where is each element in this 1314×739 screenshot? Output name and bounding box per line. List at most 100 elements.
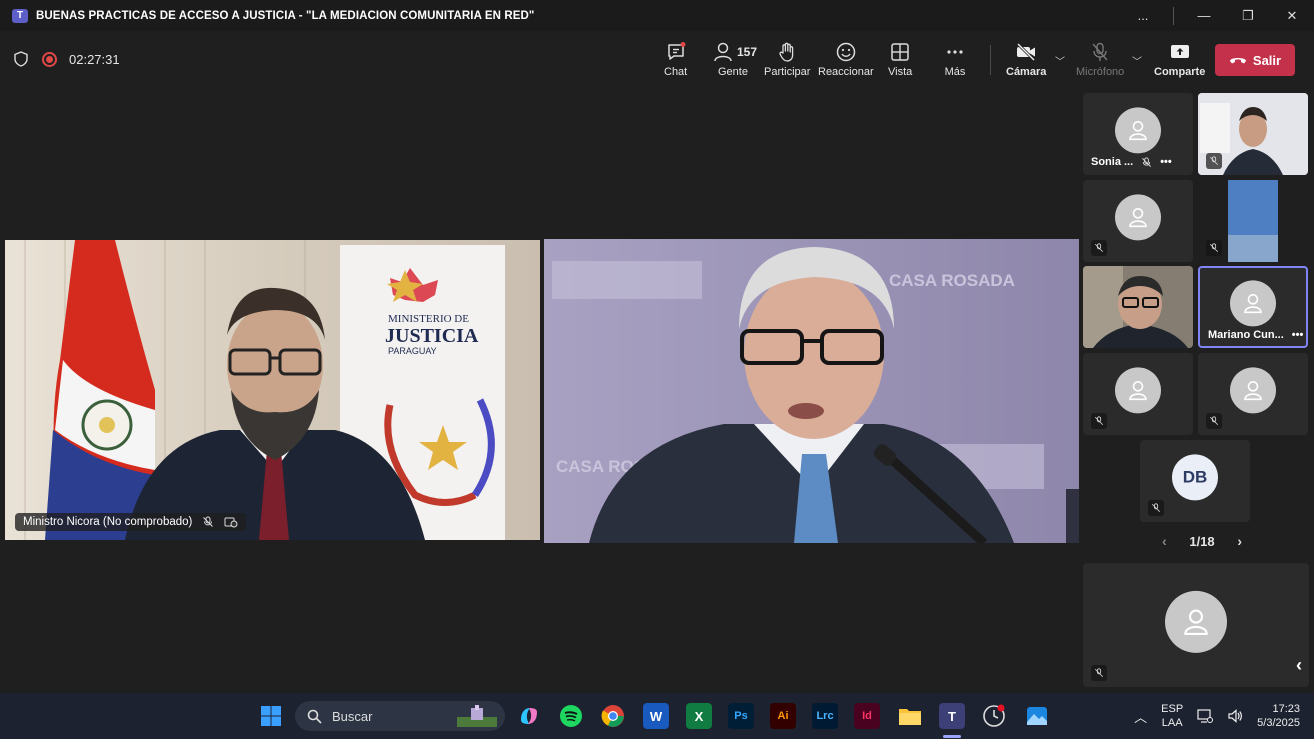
photos-icon[interactable]	[1024, 703, 1050, 729]
mic-off-icon	[1092, 42, 1108, 61]
tile-more-icon[interactable]: •••	[1160, 156, 1172, 168]
initials-avatar: DB	[1172, 454, 1218, 501]
raise-hand-label: Participar	[764, 66, 811, 78]
close-button[interactable]: ✕	[1270, 0, 1314, 31]
taskbar-search[interactable]: Buscar	[295, 701, 505, 731]
chrome-icon[interactable]	[600, 703, 626, 729]
raise-hand-button[interactable]: Participar	[764, 41, 810, 78]
participants-gallery: Sonia ... ••• Mariano Cun... ••• DB ‹ 1/…	[1082, 89, 1314, 693]
minimize-button[interactable]: —	[1182, 0, 1226, 31]
ministro-name: Ministro Nicora (No comprobado)	[23, 516, 193, 528]
avatar	[1115, 367, 1161, 414]
participant-name-tag: Ministro Nicora (No comprobado)	[15, 513, 247, 531]
search-highlight-icon	[457, 705, 497, 727]
speaker-video-frame: CASA ROSADA CASA ROSADA	[544, 239, 1079, 543]
teams-taskbar-icon[interactable]: T	[939, 703, 965, 729]
lightroom-icon[interactable]: Lrc	[812, 703, 838, 729]
share-screen-icon	[1170, 45, 1189, 58]
chat-button[interactable]: Chat	[664, 41, 687, 78]
excel-icon[interactable]: X	[686, 703, 712, 729]
participant-label: Mariano Cun... •••	[1208, 329, 1303, 341]
toolbar-divider	[990, 45, 991, 75]
system-tray: ︿ ESP LAA 17:23 5/3/2025	[1134, 693, 1300, 739]
mariano-name: Mariano Cun...	[1208, 329, 1284, 341]
camera-button[interactable]: Cámara	[1006, 41, 1046, 78]
file-explorer-icon[interactable]	[897, 703, 923, 729]
language-indicator[interactable]: ESP LAA	[1161, 702, 1183, 730]
meeting-status: 02:27:31	[14, 51, 120, 67]
more-options-icon[interactable]: ...	[1121, 0, 1165, 31]
volume-icon[interactable]	[1227, 708, 1243, 724]
spotify-icon[interactable]	[558, 703, 584, 729]
more-button[interactable]: Más	[944, 41, 966, 78]
people-button[interactable]: 157 Gente	[712, 41, 757, 78]
participant-tile-video-1[interactable]	[1198, 93, 1308, 175]
share-button[interactable]: Comparte	[1154, 41, 1205, 78]
backdrop-text-1: CASA ROSADA	[889, 271, 1015, 290]
avatar	[1230, 367, 1276, 414]
participant-tile-mariano[interactable]: Mariano Cun... •••	[1198, 266, 1308, 348]
hand-icon	[779, 42, 794, 62]
tray-expand-chevron-icon[interactable]: ︿	[1134, 707, 1147, 726]
muted-icon	[1206, 413, 1222, 429]
participant-tile-4[interactable]	[1083, 353, 1193, 435]
camera-options-chevron-icon[interactable]: ﹀	[1055, 53, 1065, 68]
keyboard-layout: LAA	[1161, 717, 1183, 729]
illustrator-icon[interactable]: Ai	[770, 703, 796, 729]
clock-time: 17:23	[1272, 703, 1300, 715]
view-label: Vista	[888, 66, 913, 78]
camera-label: Cámara	[1006, 66, 1047, 78]
muted-icon	[1206, 240, 1222, 256]
people-label: Gente	[718, 66, 748, 78]
taskbar-clock[interactable]: 17:23 5/3/2025	[1257, 702, 1300, 730]
muted-icon	[1142, 156, 1152, 167]
shield-icon[interactable]	[14, 51, 28, 67]
participant-tile-2[interactable]	[1083, 180, 1193, 262]
person-icon	[1244, 381, 1262, 401]
participant-tile-video-3[interactable]	[1083, 266, 1193, 348]
self-view-tile[interactable]	[1083, 563, 1309, 687]
indesign-icon[interactable]: Id	[854, 703, 880, 729]
photoshop-icon[interactable]: Ps	[728, 703, 754, 729]
network-icon[interactable]	[1197, 708, 1214, 724]
prev-page-chevron-icon[interactable]: ‹	[1162, 533, 1167, 549]
leave-button[interactable]: Salir	[1215, 44, 1295, 76]
tile-more-icon[interactable]: •••	[1292, 329, 1304, 341]
copilot-icon[interactable]	[516, 703, 542, 729]
react-button[interactable]: Reaccionar	[818, 41, 874, 78]
recording-icon	[42, 51, 57, 67]
view-button[interactable]: Vista	[888, 41, 912, 78]
start-button[interactable]	[258, 703, 284, 729]
participant-tile-db[interactable]: DB	[1140, 440, 1250, 522]
video-tile-ministro[interactable]: MINISTERIO DE JUSTICIA PARAGUAY Ministro…	[5, 240, 540, 540]
clock-app-icon[interactable]	[981, 703, 1007, 729]
mic-options-chevron-icon[interactable]: ﹀	[1132, 53, 1142, 68]
share-label: Comparte	[1154, 66, 1206, 78]
avatar	[1165, 590, 1227, 653]
avatar	[1115, 107, 1161, 154]
word-icon[interactable]: W	[643, 703, 669, 729]
mic-button[interactable]: Micrófono	[1076, 41, 1124, 78]
ministro-video-frame: MINISTERIO DE JUSTICIA PARAGUAY	[5, 240, 540, 540]
person-icon	[1129, 381, 1147, 401]
participant-tile-video-2[interactable]	[1198, 180, 1308, 262]
next-page-chevron-icon[interactable]: ›	[1237, 533, 1242, 549]
restore-button[interactable]: ❐	[1226, 0, 1270, 31]
muted-icon	[203, 516, 214, 527]
participant-tile-sonia[interactable]: Sonia ... •••	[1083, 93, 1193, 175]
collapse-panel-chevron-icon[interactable]: ‹	[1296, 655, 1302, 676]
more-label: Más	[944, 66, 966, 78]
sonia-name: Sonia ...	[1091, 156, 1134, 168]
participant-tile-5[interactable]	[1198, 353, 1308, 435]
video-tile-speaker[interactable]: CASA ROSADA CASA ROSADA	[544, 239, 1079, 543]
more-dots-icon	[947, 50, 963, 54]
grid-icon	[891, 43, 909, 61]
muted-icon	[1091, 240, 1107, 256]
windows-taskbar: Buscar W X Ps Ai Lrc Id T ︿ ESP LAA 17:2…	[0, 693, 1314, 739]
banner-line2: JUSTICIA	[385, 325, 479, 347]
banner-line3: PARAGUAY	[388, 346, 437, 356]
banner-line1: MINISTERIO DE	[388, 313, 469, 325]
page-indicator: 1/18	[1189, 533, 1215, 549]
react-label: Reaccionar	[818, 66, 874, 78]
person-icon	[1129, 208, 1147, 228]
